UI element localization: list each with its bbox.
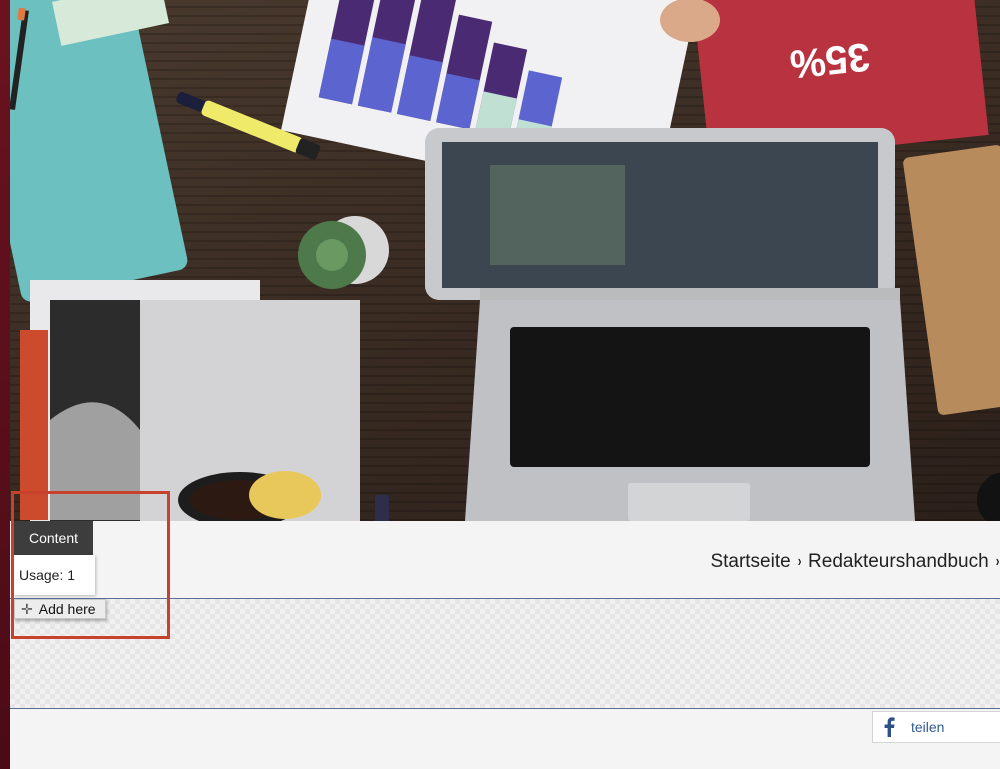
usage-info-box: Usage: 1 xyxy=(14,555,95,595)
facebook-share-button[interactable]: teilen xyxy=(872,711,1000,743)
usage-label: Usage: 1 xyxy=(19,567,76,583)
add-here-label: Add here xyxy=(38,601,96,617)
breadcrumb-item-redakteurshandbuch[interactable]: Redakteurshandbuch xyxy=(808,551,989,573)
breadcrumb-item-startseite[interactable]: Startseite xyxy=(710,551,790,573)
chevron-right-icon: › xyxy=(797,553,802,570)
left-sidebar-strip xyxy=(0,0,10,769)
content-element-tag[interactable]: Content xyxy=(14,521,93,555)
content-drop-zone[interactable] xyxy=(10,598,1000,709)
share-label: teilen xyxy=(911,719,945,735)
content-tag-label: Content xyxy=(28,530,79,546)
chevron-right-icon: › xyxy=(995,553,1000,570)
hero-illustration: 35% xyxy=(10,0,1000,521)
svg-text:35%: 35% xyxy=(788,34,872,86)
breadcrumb: Startseite › Redakteurshandbuch › xyxy=(710,550,1000,574)
facebook-icon xyxy=(883,717,895,737)
hero-image: 35% xyxy=(10,0,1000,521)
add-here-button[interactable]: ✛ Add here xyxy=(14,599,106,619)
plus-icon: ✛ xyxy=(21,600,33,617)
